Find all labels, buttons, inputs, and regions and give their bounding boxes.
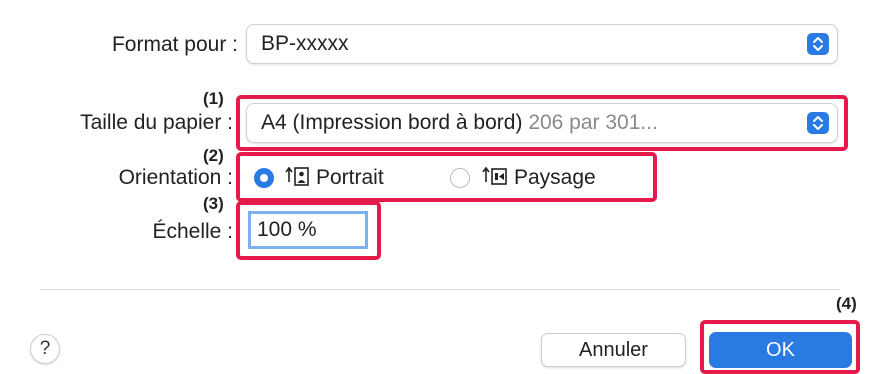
divider (40, 289, 840, 290)
portrait-label: Portrait (316, 166, 384, 189)
landscape-orientation-icon (482, 166, 507, 185)
format-popup[interactable]: BP-xxxxx (246, 24, 838, 64)
cancel-button[interactable]: Annuler (541, 333, 686, 367)
format-value: BP-xxxxx (261, 32, 349, 55)
portrait-orientation-icon (285, 166, 309, 186)
callout-3: (3) (203, 194, 224, 213)
paper-size-value: A4 (Impression bord à bord) 206 par 301.… (261, 111, 658, 135)
up-down-chevron-icon (807, 112, 829, 134)
up-down-chevron-icon (807, 33, 829, 55)
landscape-label: Paysage (514, 166, 596, 189)
orientation-label: Orientation : (118, 166, 233, 189)
format-label: Format pour : (111, 33, 238, 56)
paper-size-main: A4 (Impression bord à bord) (261, 111, 523, 134)
scale-label: Échelle : (152, 220, 233, 243)
callout-4: (4) (836, 294, 857, 313)
scale-value: 100 % (257, 218, 317, 241)
paper-size-detail: 206 par 301... (528, 111, 658, 134)
question-mark-icon[interactable]: ? (30, 334, 60, 364)
callout-2: (2) (203, 146, 224, 165)
ok-button[interactable]: OK (709, 332, 852, 368)
portrait-radio[interactable] (254, 168, 274, 188)
paper-size-popup[interactable]: A4 (Impression bord à bord) 206 par 301.… (246, 103, 838, 143)
paper-size-label: Taille du papier : (80, 111, 233, 134)
scale-input[interactable]: 100 % (248, 211, 368, 249)
landscape-radio[interactable] (450, 168, 470, 188)
callout-1: (1) (203, 89, 224, 108)
